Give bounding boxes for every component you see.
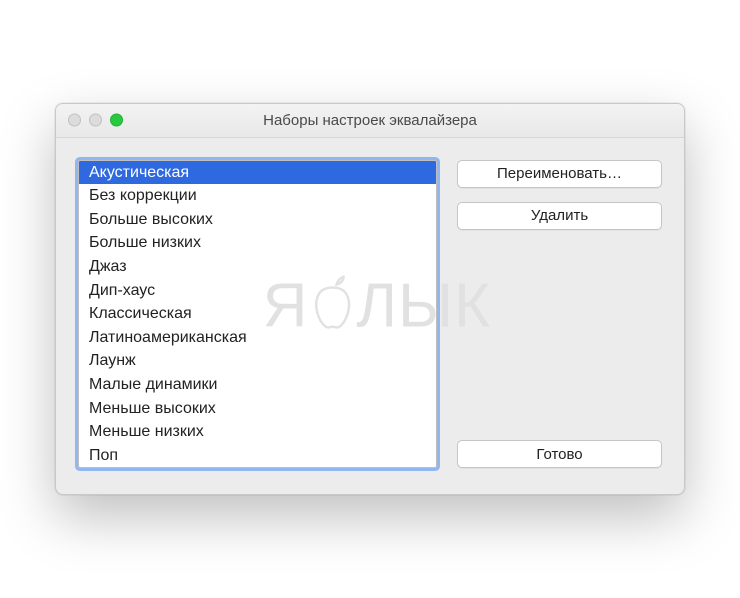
preset-list-item[interactable]: Классическая [79,302,436,326]
preset-list-item[interactable]: Больше высоких [79,208,436,232]
preset-list-item[interactable]: Меньше низких [79,420,436,444]
preset-list-item[interactable]: Малые динамики [79,373,436,397]
rename-button[interactable]: Переименовать… [457,160,662,188]
spacer [457,230,662,441]
preset-list-item[interactable]: Латиноамериканская [79,326,436,350]
button-sidebar: Переименовать… Удалить Готово [457,160,662,469]
preset-list-item[interactable]: Дип-хаус [79,279,436,303]
close-window-button[interactable] [68,114,81,127]
preset-list-item[interactable]: Больше низких [79,231,436,255]
preset-list-item[interactable]: Поп [79,444,436,468]
window-title: Наборы настроек эквалайзера [56,112,684,129]
dialog-content: АкустическаяБез коррекцииБольше высокихБ… [56,138,684,495]
preset-list-item[interactable]: Джаз [79,255,436,279]
delete-button[interactable]: Удалить [457,202,662,230]
preset-list-item[interactable]: Акустическая [79,161,436,185]
traffic-lights [56,114,123,127]
preset-list-item[interactable]: Меньше высоких [79,397,436,421]
dialog-window: Наборы настроек эквалайзера Акустическая… [55,103,685,496]
minimize-window-button[interactable] [89,114,102,127]
zoom-window-button[interactable] [110,114,123,127]
preset-list-item[interactable]: Лаунж [79,349,436,373]
titlebar: Наборы настроек эквалайзера [56,104,684,138]
done-button[interactable]: Готово [457,440,662,468]
preset-listbox[interactable]: АкустическаяБез коррекцииБольше высокихБ… [78,160,437,469]
preset-list-item[interactable]: Без коррекции [79,184,436,208]
